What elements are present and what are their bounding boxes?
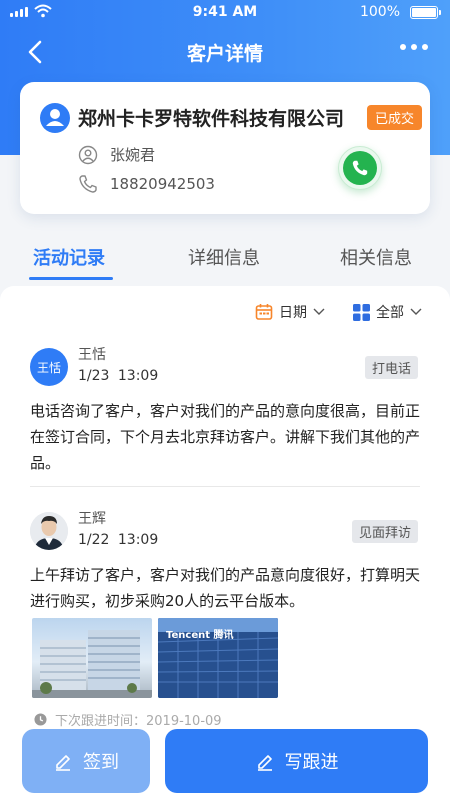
activity-time: 1/23 13:09 [78, 368, 159, 384]
checkin-label: 签到 [83, 752, 119, 773]
phone-icon [352, 160, 368, 176]
tab-activity-log[interactable]: 活动记录 [33, 244, 105, 270]
battery-percent: 100% [359, 4, 400, 20]
write-followup-label: 写跟进 [284, 752, 339, 773]
avatar [30, 512, 68, 550]
clock-icon [34, 713, 47, 726]
avatar: 王恬 [30, 348, 68, 386]
divider [30, 486, 420, 487]
more-options-icon[interactable] [400, 44, 428, 50]
person-icon [78, 145, 98, 164]
chevron-down-icon [313, 308, 325, 315]
status-bar: 9:41 AM 100% [0, 0, 450, 26]
activity-photo[interactable] [32, 618, 152, 698]
activity-photo[interactable]: Tencent 腾讯 [158, 618, 278, 698]
customer-card: 郑州卡卡罗特软件科技有限公司 已成交 张婉君 18820942503 [20, 82, 430, 214]
nav-bar: 客户详情 [0, 30, 450, 74]
date-filter[interactable]: 日期 [255, 302, 325, 322]
deal-status-badge: 已成交 [366, 105, 422, 130]
activity-author: 王恬 [78, 347, 106, 363]
active-tab-indicator [29, 277, 113, 280]
activity-author: 王辉 [78, 511, 106, 527]
tab-details[interactable]: 详细信息 [188, 244, 260, 270]
type-filter-label: 全部 [376, 305, 404, 321]
activity-panel: 日期 全部 王恬 王恬 1/23 13:09 打电话 电话咨询了客户，客户对我们… [0, 286, 450, 800]
page-title: 客户详情 [186, 43, 263, 65]
checkin-button[interactable]: 签到 [22, 729, 150, 793]
phone-row: 18820942503 [78, 174, 215, 194]
activity-content: 电话咨询了客户，客户对我们的产品的意向度很高，目前正在签订合同，下个月去北京拜访… [30, 402, 421, 472]
tencent-sign: Tencent 腾讯 [166, 628, 234, 641]
battery-icon [410, 6, 441, 19]
chevron-down-icon [410, 308, 422, 315]
edit-icon [257, 755, 272, 771]
contact-row: 张婉君 [78, 144, 155, 165]
tab-bar: 活动记录 详细信息 相关信息 [0, 238, 450, 282]
call-button[interactable] [338, 146, 382, 190]
grid-icon [353, 303, 370, 321]
company-name: 郑州卡卡罗特软件科技有限公司 [78, 108, 345, 130]
phone-number[interactable]: 18820942503 [110, 175, 215, 193]
date-filter-label: 日期 [279, 305, 307, 321]
next-follow-row: 下次跟进时间：2019-10-09 [34, 710, 222, 729]
filter-bar: 日期 全部 [255, 302, 422, 322]
activity-time: 1/22 13:09 [78, 532, 159, 548]
tab-related[interactable]: 相关信息 [340, 244, 412, 270]
type-filter[interactable]: 全部 [353, 302, 422, 322]
write-followup-button[interactable]: 写跟进 [165, 729, 428, 793]
activity-type-badge: 见面拜访 [351, 520, 418, 543]
company-user-icon [40, 103, 70, 133]
contact-name: 张婉君 [110, 146, 156, 164]
phone-outline-icon [79, 175, 97, 193]
next-follow-time: 下次跟进时间：2019-10-09 [55, 714, 222, 729]
activity-content: 上午拜访了客户，客户对我们的产品意向度很好，打算明天进行购买，初步采购20人的云… [30, 566, 421, 610]
edit-icon [56, 755, 70, 771]
activity-type-badge: 打电话 [364, 356, 418, 379]
calendar-icon [255, 304, 273, 320]
